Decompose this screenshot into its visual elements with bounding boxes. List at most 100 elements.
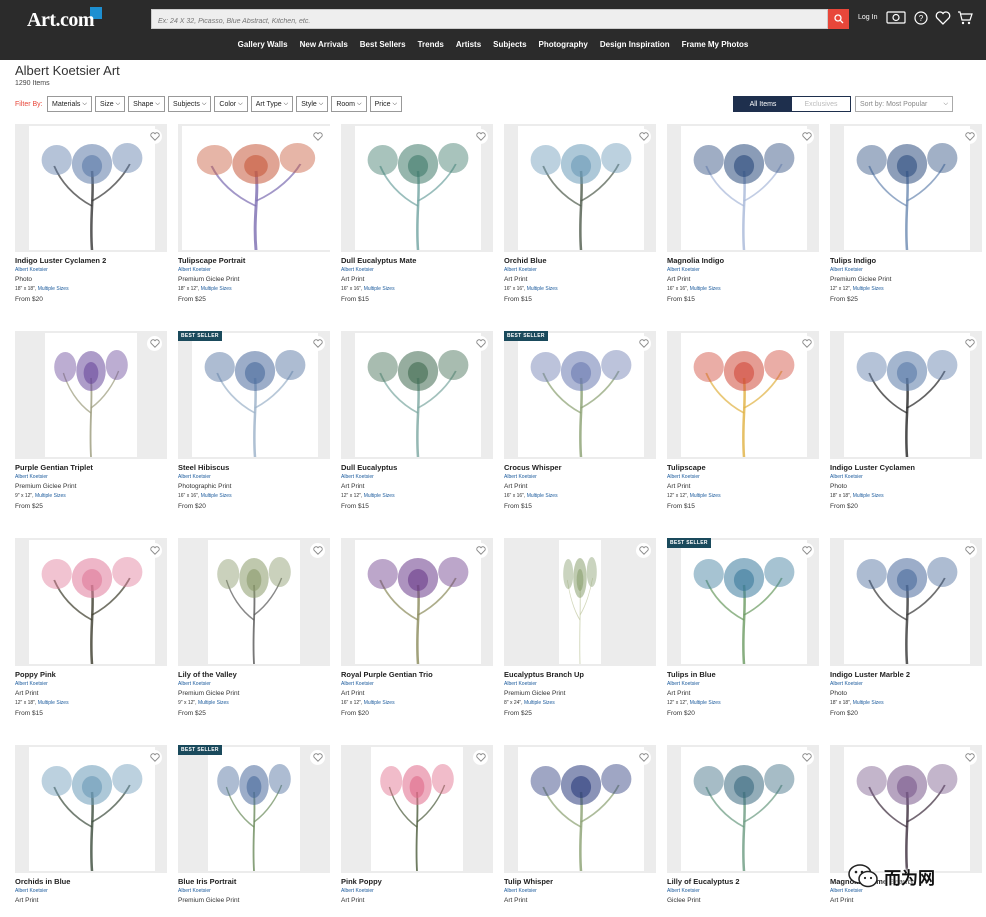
- product-thumbnail[interactable]: [341, 745, 493, 873]
- login-link[interactable]: Log In: [858, 14, 877, 21]
- product-card[interactable]: BEST SELLER Blue Iris Portrait Albert Ko…: [178, 745, 330, 917]
- favorite-heart-icon[interactable]: [962, 129, 977, 144]
- search-input[interactable]: [152, 12, 827, 31]
- favorite-heart-icon[interactable]: [799, 750, 814, 765]
- product-card[interactable]: Orchids in Blue Albert Koetsier Art Prin…: [15, 745, 167, 917]
- nav-gallery-walls[interactable]: Gallery Walls: [238, 40, 288, 49]
- product-artist[interactable]: Albert Koetsier: [178, 267, 211, 273]
- product-artist[interactable]: Albert Koetsier: [830, 267, 863, 273]
- nav-best-sellers[interactable]: Best Sellers: [360, 40, 406, 49]
- multiple-sizes-link[interactable]: Multiple Sizes: [690, 286, 721, 292]
- product-card[interactable]: Tulip Whisper Albert Koetsier Art Print: [504, 745, 656, 917]
- product-artist[interactable]: Albert Koetsier: [341, 888, 374, 894]
- product-card[interactable]: Poppy Pink Albert Koetsier Art Print 12"…: [15, 538, 167, 738]
- filter-materials[interactable]: Materials ⌵: [47, 96, 92, 112]
- product-title[interactable]: Orchid Blue: [504, 256, 547, 265]
- product-artist[interactable]: Albert Koetsier: [667, 888, 700, 894]
- product-title[interactable]: Pink Poppy: [341, 877, 382, 886]
- multiple-sizes-link[interactable]: Multiple Sizes: [690, 700, 721, 706]
- nav-new-arrivals[interactable]: New Arrivals: [300, 40, 348, 49]
- product-card[interactable]: BEST SELLER Tulips in Blue Albert Koetsi…: [667, 538, 819, 738]
- filter-color[interactable]: Color ⌵: [214, 96, 248, 112]
- favorite-heart-icon[interactable]: [147, 750, 162, 765]
- favorite-heart-icon[interactable]: [799, 336, 814, 351]
- product-title[interactable]: Lily of the Valley: [178, 670, 237, 679]
- product-artist[interactable]: Albert Koetsier: [504, 888, 537, 894]
- multiple-sizes-link[interactable]: Multiple Sizes: [690, 493, 721, 499]
- search-button[interactable]: [828, 9, 849, 29]
- product-title[interactable]: Dull Eucalyptus Mate: [341, 256, 416, 265]
- product-card[interactable]: Indigo Luster Marble 2 Albert Koetsier P…: [830, 538, 982, 738]
- currency-icon[interactable]: [886, 11, 906, 24]
- product-artist[interactable]: Albert Koetsier: [504, 681, 537, 687]
- product-artist[interactable]: Albert Koetsier: [504, 474, 537, 480]
- multiple-sizes-link[interactable]: Multiple Sizes: [198, 700, 229, 706]
- product-thumbnail[interactable]: [504, 538, 656, 666]
- filter-price[interactable]: Price ⌵: [369, 96, 403, 112]
- logo[interactable]: Art.com: [27, 7, 103, 33]
- product-title[interactable]: Tulips Indigo: [830, 256, 876, 265]
- favorite-heart-icon[interactable]: [636, 543, 651, 558]
- multiple-sizes-link[interactable]: Multiple Sizes: [364, 286, 395, 292]
- product-thumbnail[interactable]: BEST SELLER: [178, 745, 330, 873]
- favorite-heart-icon[interactable]: [310, 750, 325, 765]
- product-title[interactable]: Blue Iris Portrait: [178, 877, 236, 886]
- product-thumbnail[interactable]: [830, 538, 982, 666]
- favorite-heart-icon[interactable]: [473, 336, 488, 351]
- product-card[interactable]: Lilly of Eucalyptus 2 Albert Koetsier Gi…: [667, 745, 819, 917]
- filter-style[interactable]: Style ⌵: [296, 96, 329, 112]
- product-artist[interactable]: Albert Koetsier: [178, 681, 211, 687]
- product-artist[interactable]: Albert Koetsier: [667, 681, 700, 687]
- filter-subjects[interactable]: Subjects ⌵: [167, 96, 212, 112]
- favorite-heart-icon[interactable]: [310, 336, 325, 351]
- product-thumbnail[interactable]: [15, 124, 167, 252]
- multiple-sizes-link[interactable]: Multiple Sizes: [853, 493, 884, 499]
- product-artist[interactable]: Albert Koetsier: [830, 681, 863, 687]
- search-box[interactable]: [151, 9, 828, 31]
- product-card[interactable]: Lily of the Valley Albert Koetsier Premi…: [178, 538, 330, 738]
- filter-art-type[interactable]: Art Type ⌵: [250, 96, 294, 112]
- product-artist[interactable]: Albert Koetsier: [15, 474, 48, 480]
- product-title[interactable]: Tulipscape Portrait: [178, 256, 245, 265]
- nav-design-inspiration[interactable]: Design Inspiration: [600, 40, 670, 49]
- favorite-heart-icon[interactable]: [962, 336, 977, 351]
- product-card[interactable]: Orchid Blue Albert Koetsier Art Print 16…: [504, 124, 656, 324]
- product-thumbnail[interactable]: [15, 745, 167, 873]
- product-title[interactable]: Indigo Luster Marble 2: [830, 670, 910, 679]
- product-title[interactable]: Purple Gentian Triplet: [15, 463, 93, 472]
- product-card[interactable]: Eucalyptus Branch Up Albert Koetsier Pre…: [504, 538, 656, 738]
- sort-select[interactable]: Sort by: Most Popular ⌵: [855, 96, 953, 112]
- product-card[interactable]: Pink Poppy Albert Koetsier Art Print: [341, 745, 493, 917]
- product-thumbnail[interactable]: [504, 124, 656, 252]
- product-title[interactable]: Steel Hibiscus: [178, 463, 229, 472]
- product-card[interactable]: BEST SELLER Crocus Whisper Albert Koetsi…: [504, 331, 656, 531]
- wishlist-heart-icon[interactable]: [935, 11, 951, 25]
- product-title[interactable]: Poppy Pink: [15, 670, 56, 679]
- multiple-sizes-link[interactable]: Multiple Sizes: [527, 286, 558, 292]
- nav-frame-my-photos[interactable]: Frame My Photos: [682, 40, 749, 49]
- product-card[interactable]: Indigo Luster Cyclamen Albert Koetsier P…: [830, 331, 982, 531]
- product-thumbnail[interactable]: [178, 538, 330, 666]
- nav-photography[interactable]: Photography: [539, 40, 588, 49]
- product-title[interactable]: Tulip Whisper: [504, 877, 553, 886]
- product-artist[interactable]: Albert Koetsier: [15, 267, 48, 273]
- product-thumbnail[interactable]: [178, 124, 330, 252]
- product-thumbnail[interactable]: [667, 745, 819, 873]
- multiple-sizes-link[interactable]: Multiple Sizes: [201, 493, 232, 499]
- help-icon[interactable]: ?: [914, 11, 928, 25]
- product-card[interactable]: Dull Eucalyptus Mate Albert Koetsier Art…: [341, 124, 493, 324]
- product-artist[interactable]: Albert Koetsier: [504, 267, 537, 273]
- nav-trends[interactable]: Trends: [418, 40, 444, 49]
- product-artist[interactable]: Albert Koetsier: [830, 474, 863, 480]
- nav-artists[interactable]: Artists: [456, 40, 481, 49]
- product-title[interactable]: Royal Purple Gentian Trio: [341, 670, 433, 679]
- favorite-heart-icon[interactable]: [799, 543, 814, 558]
- favorite-heart-icon[interactable]: [473, 543, 488, 558]
- product-thumbnail[interactable]: [341, 331, 493, 459]
- favorite-heart-icon[interactable]: [310, 543, 325, 558]
- product-artist[interactable]: Albert Koetsier: [178, 888, 211, 894]
- favorite-heart-icon[interactable]: [147, 336, 162, 351]
- filter-size[interactable]: Size ⌵: [94, 96, 126, 112]
- multiple-sizes-link[interactable]: Multiple Sizes: [524, 700, 555, 706]
- multiple-sizes-link[interactable]: Multiple Sizes: [38, 286, 69, 292]
